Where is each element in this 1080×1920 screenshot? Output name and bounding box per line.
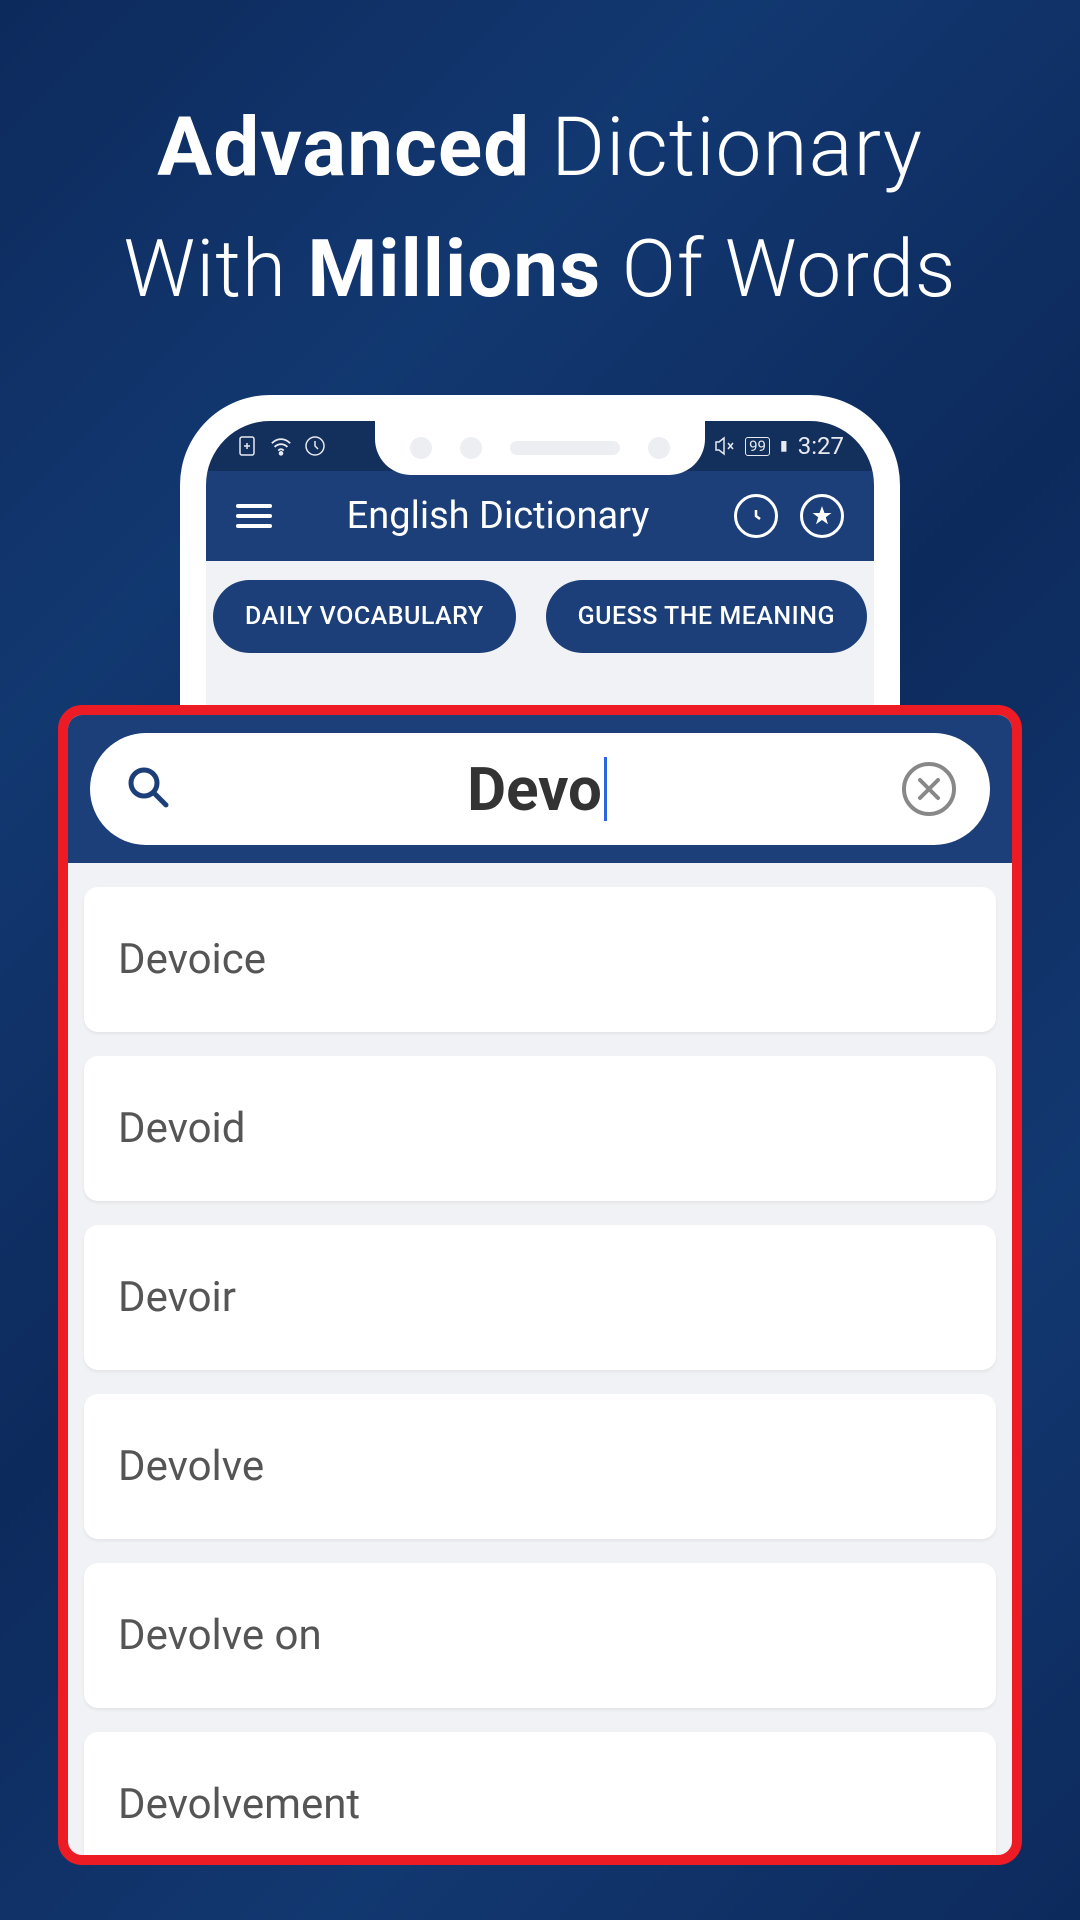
- menu-icon[interactable]: [236, 504, 272, 528]
- phone-notch: [375, 421, 705, 475]
- clear-search-button[interactable]: [902, 762, 956, 816]
- list-item[interactable]: Devolve: [84, 1394, 996, 1539]
- guess-meaning-chip[interactable]: GUESS THE MEANING: [546, 580, 867, 653]
- sync-icon: [304, 435, 326, 457]
- search-input[interactable]: Devo: [90, 733, 990, 845]
- app-bar: English Dictionary: [206, 471, 874, 561]
- mute-icon: [713, 435, 735, 457]
- headline-post-2: Of Words: [601, 222, 956, 316]
- headline-pre-2: With: [124, 222, 308, 316]
- search-callout: Devo Devoice Devoid Devoir Devolve Devol…: [58, 705, 1022, 1865]
- history-button[interactable]: [734, 494, 778, 538]
- sim-icon: [236, 435, 258, 457]
- wifi-icon: [270, 435, 292, 457]
- headline-bold-1: Advanced: [157, 100, 530, 196]
- headline-bold-2: Millions: [307, 222, 601, 316]
- app-title: English Dictionary: [284, 494, 712, 538]
- battery-level: 99: [745, 437, 770, 456]
- search-query-text: Devo: [192, 754, 882, 825]
- daily-vocab-chip[interactable]: DAILY VOCABULARY: [213, 580, 516, 653]
- text-cursor: [604, 757, 607, 821]
- promo-headline: Advanced Dictionary With Millions Of Wor…: [0, 0, 1080, 316]
- headline-rest-1: Dictionary: [530, 100, 923, 196]
- search-bar-area: Devo: [68, 715, 1012, 863]
- list-item[interactable]: Devolve on: [84, 1563, 996, 1708]
- search-icon: [124, 763, 172, 815]
- list-item[interactable]: Devolvement: [84, 1732, 996, 1865]
- list-item[interactable]: Devoid: [84, 1056, 996, 1201]
- list-item[interactable]: Devoice: [84, 887, 996, 1032]
- clock-time: 3:27: [798, 432, 844, 460]
- list-item[interactable]: Devoir: [84, 1225, 996, 1370]
- search-results-list: Devoice Devoid Devoir Devolve Devolve on…: [68, 863, 1012, 1865]
- favorites-button[interactable]: [800, 494, 844, 538]
- chips-row: DAILY VOCABULARY GUESS THE MEANING: [206, 561, 874, 671]
